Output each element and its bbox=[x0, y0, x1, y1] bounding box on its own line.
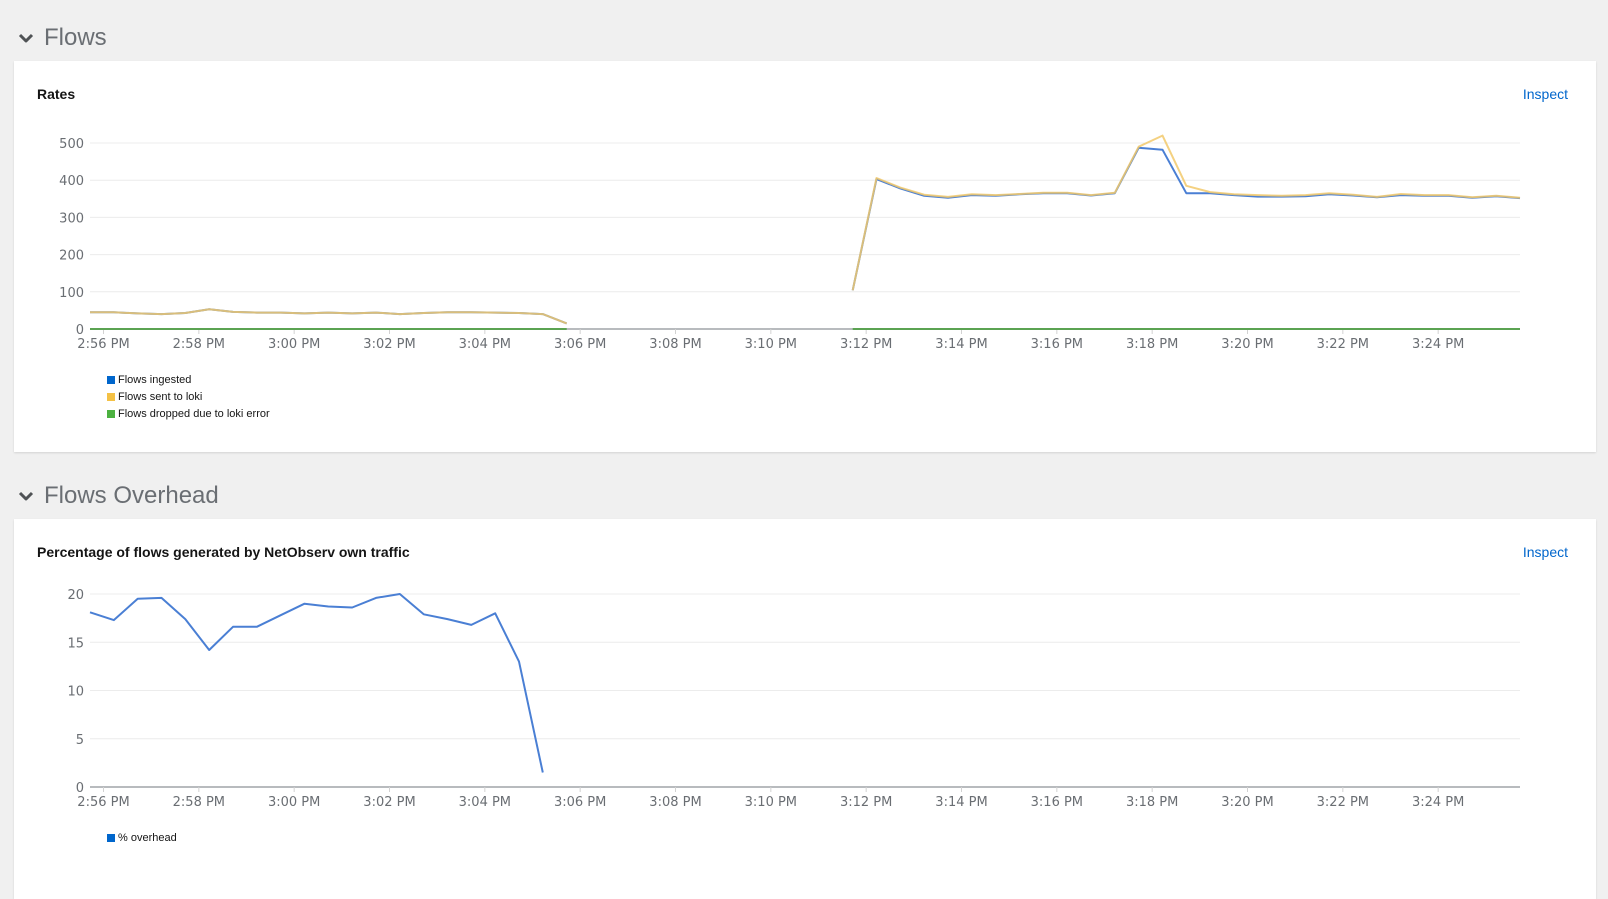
section-title: Flows Overhead bbox=[44, 482, 219, 509]
x-tick-label: 2:56 PM bbox=[77, 795, 129, 810]
y-tick-label: 500 bbox=[59, 137, 84, 152]
legend-swatch-icon bbox=[107, 409, 115, 418]
x-tick-label: 3:14 PM bbox=[935, 795, 987, 810]
x-tick-label: 3:24 PM bbox=[1412, 337, 1464, 352]
y-tick-label: 5 bbox=[76, 733, 84, 748]
legend-label: Flows dropped due to loki error bbox=[118, 407, 270, 420]
y-tick-label: 200 bbox=[59, 249, 84, 264]
chevron-down-icon bbox=[18, 491, 34, 501]
x-tick-label: 3:14 PM bbox=[935, 337, 987, 352]
x-tick-label: 3:08 PM bbox=[649, 337, 701, 352]
x-tick-label: 3:20 PM bbox=[1221, 337, 1273, 352]
x-tick-label: 3:12 PM bbox=[840, 337, 892, 352]
x-tick-label: 2:58 PM bbox=[173, 337, 225, 352]
x-tick-label: 2:56 PM bbox=[77, 337, 129, 352]
chart-legend: % overhead bbox=[107, 829, 177, 846]
y-tick-label: 0 bbox=[76, 781, 84, 796]
rates-card: Rates Inspect 0 100 200 300 400 500 2:56 PM 2:5… bbox=[14, 61, 1596, 452]
y-tick-label: 100 bbox=[59, 286, 84, 301]
x-tick-label: 3:00 PM bbox=[268, 337, 320, 352]
legend-item[interactable]: Flows sent to loki bbox=[107, 388, 270, 405]
x-tick-label: 3:10 PM bbox=[745, 337, 797, 352]
overhead-chart: 0 5 10 15 20 2:56 PM 2:58 PM 3:00 PM 3:02 PM 3:04… bbox=[67, 588, 1520, 810]
series-line-flows-sent-to-loki[interactable] bbox=[90, 308, 568, 325]
y-tick-label: 10 bbox=[67, 685, 84, 700]
x-tick-label: 3:04 PM bbox=[459, 795, 511, 810]
section-header-flows[interactable]: Flows bbox=[18, 24, 107, 52]
series-line-flows-sent-to-loki[interactable] bbox=[851, 134, 1521, 291]
legend-item[interactable]: Flows ingested bbox=[107, 371, 270, 388]
x-tick-label: 3:22 PM bbox=[1317, 795, 1369, 810]
legend-item[interactable]: Flows dropped due to loki error bbox=[107, 405, 270, 422]
x-tick-label: 3:06 PM bbox=[554, 795, 606, 810]
y-tick-label: 20 bbox=[67, 588, 84, 603]
x-tick-label: 3:00 PM bbox=[268, 795, 320, 810]
legend-item[interactable]: % overhead bbox=[107, 829, 177, 846]
x-tick-label: 3:18 PM bbox=[1126, 795, 1178, 810]
section-title: Flows bbox=[44, 24, 107, 51]
x-tick-label: 3:08 PM bbox=[649, 795, 701, 810]
chevron-down-icon bbox=[18, 33, 34, 43]
x-tick-label: 3:04 PM bbox=[459, 337, 511, 352]
x-tick-label: 3:10 PM bbox=[745, 795, 797, 810]
x-tick-label: 3:02 PM bbox=[363, 795, 415, 810]
x-tick-label: 3:06 PM bbox=[554, 337, 606, 352]
x-tick-label: 2:58 PM bbox=[173, 795, 225, 810]
x-tick-label: 3:16 PM bbox=[1031, 795, 1083, 810]
x-tick-label: 3:18 PM bbox=[1126, 337, 1178, 352]
x-tick-label: 3:24 PM bbox=[1412, 795, 1464, 810]
x-tick-label: 3:22 PM bbox=[1317, 337, 1369, 352]
legend-label: Flows sent to loki bbox=[118, 390, 203, 403]
y-tick-label: 400 bbox=[59, 174, 84, 189]
legend-swatch-icon bbox=[107, 392, 115, 401]
x-tick-label: 3:16 PM bbox=[1031, 337, 1083, 352]
chart-legend: Flows ingested Flows sent to loki Flows dr… bbox=[107, 371, 270, 422]
y-tick-label: 300 bbox=[59, 211, 84, 226]
x-tick-label: 3:02 PM bbox=[363, 337, 415, 352]
series-line-flows-ingested[interactable] bbox=[90, 308, 568, 325]
legend-label: % overhead bbox=[118, 831, 177, 844]
legend-label: Flows ingested bbox=[118, 373, 192, 386]
x-tick-label: 3:20 PM bbox=[1221, 795, 1273, 810]
series-line--overhead[interactable] bbox=[89, 593, 544, 773]
x-tick-label: 3:12 PM bbox=[840, 795, 892, 810]
legend-swatch-icon bbox=[107, 833, 115, 842]
y-tick-label: 15 bbox=[67, 636, 84, 651]
legend-swatch-icon bbox=[107, 375, 115, 384]
series-line-flows-ingested[interactable] bbox=[851, 146, 1521, 291]
y-tick-label: 0 bbox=[76, 323, 84, 338]
section-header-flows-overhead[interactable]: Flows Overhead bbox=[18, 482, 219, 510]
overhead-card: Percentage of flows generated by NetObse… bbox=[14, 519, 1596, 899]
